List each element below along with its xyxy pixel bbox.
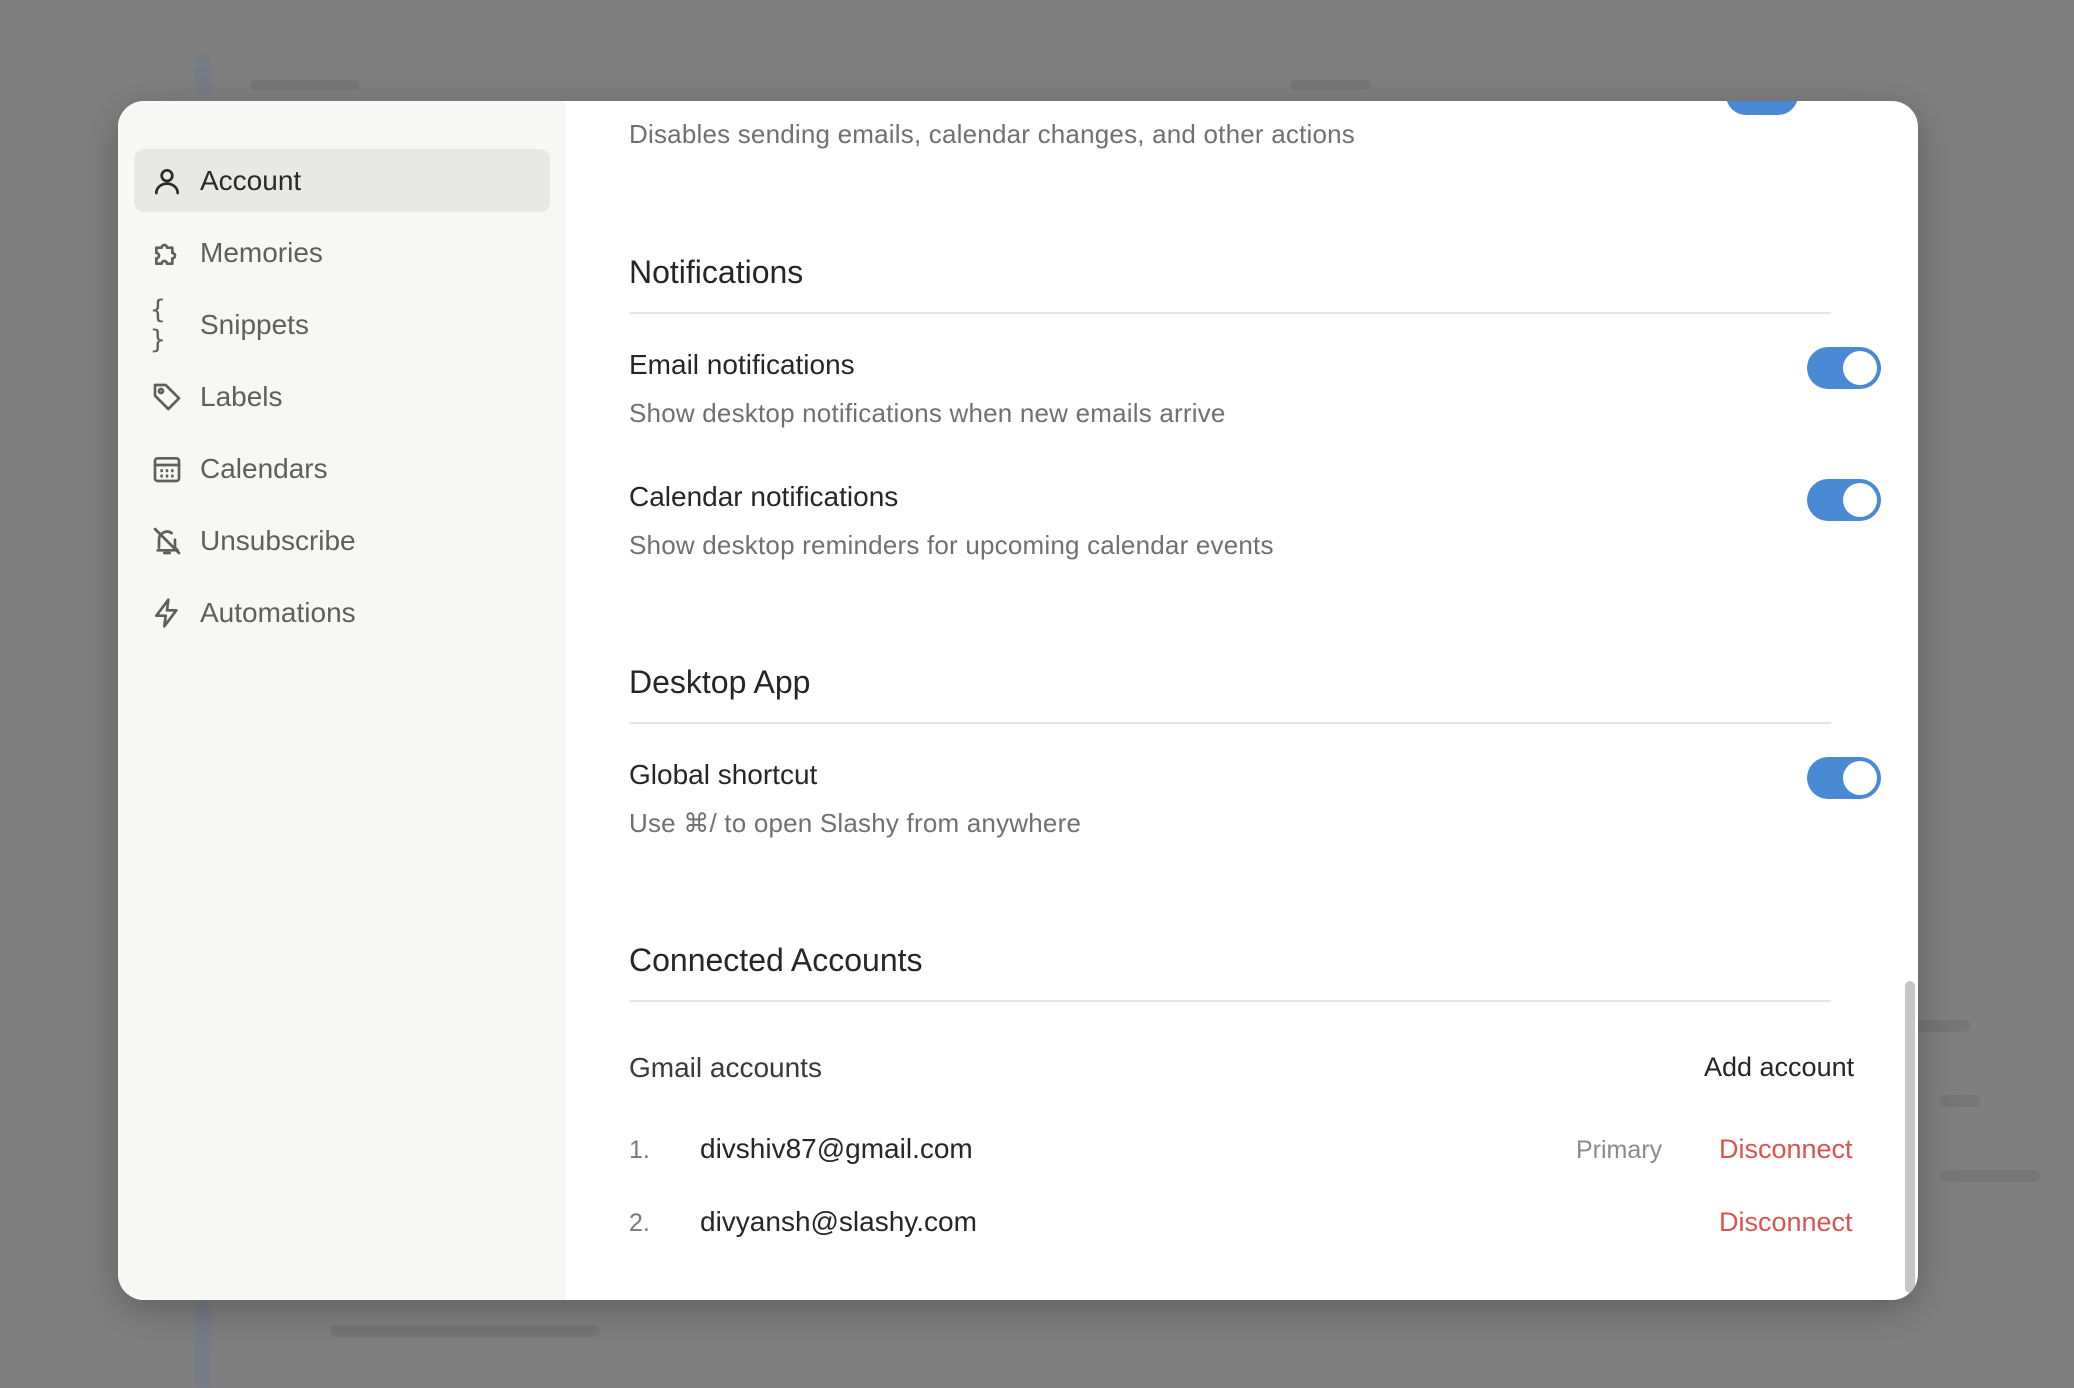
sidebar-item-label: Unsubscribe [200,524,356,556]
global-shortcut-label: Global shortcut [629,759,818,790]
section-title-connected-accounts: Connected Accounts [629,942,923,978]
toggle-switch[interactable] [1726,101,1798,115]
email-notifications-toggle[interactable] [1807,347,1881,389]
section-title-desktop-app: Desktop App [629,664,811,700]
backdrop-element [1940,1170,2040,1182]
sidebar-item-label: Automations [200,596,356,628]
sidebar-item-label: Labels [200,380,283,412]
sidebar-item-labels[interactable]: Labels [134,365,550,428]
email-notifications-description: Show desktop notifications when new emai… [629,398,1226,428]
primary-badge: Primary [1576,1136,1663,1164]
toggle-knob [1843,351,1877,385]
email-notifications-label: Email notifications [629,349,855,380]
backdrop-element [1940,1095,1980,1107]
settings-modal: Account Memories { } Snippets Labels Cal… [118,101,1918,1300]
gmail-accounts-label: Gmail accounts [629,1052,822,1083]
backdrop-element [1290,80,1370,90]
calendar-notifications-label: Calendar notifications [629,481,899,512]
sidebar-item-calendars[interactable]: Calendars [134,437,550,500]
settings-sidebar: Account Memories { } Snippets Labels Cal… [118,101,566,1300]
account-index: 1. [629,1136,650,1164]
sidebar-item-snippets[interactable]: { } Snippets [134,293,550,356]
sidebar-item-label: Calendars [200,452,328,484]
divider [629,1000,1831,1002]
settings-content: Disables sending emails, calendar change… [566,101,1918,1300]
account-email: divshiv87@gmail.com [700,1133,973,1164]
divider [629,312,1831,314]
disconnect-button[interactable]: Disconnect [1719,1207,1853,1238]
backdrop-element [195,55,211,95]
section-title-notifications: Notifications [629,254,804,290]
bolt-icon [150,596,184,630]
sidebar-item-automations[interactable]: Automations [134,581,550,644]
puzzle-icon [150,236,184,270]
calendar-notifications-description: Show desktop reminders for upcoming cale… [629,530,1274,560]
sidebar-item-label: Snippets [200,308,309,340]
disconnect-button[interactable]: Disconnect [1719,1134,1853,1165]
account-index: 2. [629,1209,650,1237]
add-account-button[interactable]: Add account [1704,1052,1854,1083]
calendar-notifications-toggle[interactable] [1807,479,1881,521]
sidebar-item-label: Memories [200,236,323,268]
scrollbar-thumb[interactable] [1905,981,1915,1293]
toggle-knob [1843,761,1877,795]
calendar-icon [150,452,184,486]
user-icon [150,164,184,198]
backdrop-element [195,1300,211,1388]
divider [629,722,1831,724]
sidebar-item-label: Account [200,164,302,196]
sidebar-item-memories[interactable]: Memories [134,221,550,284]
backdrop-element [250,80,360,90]
global-shortcut-description: Use ⌘/ to open Slashy from anywhere [629,808,1082,838]
sidebar-item-account[interactable]: Account [134,149,550,212]
toggle-knob [1843,483,1877,517]
sidebar-item-unsubscribe[interactable]: Unsubscribe [134,509,550,572]
backdrop-element [330,1325,600,1337]
bell-off-icon [150,524,184,558]
setting-description: Disables sending emails, calendar change… [629,119,1355,149]
account-email: divyansh@slashy.com [700,1206,977,1237]
braces-icon: { } [150,294,166,355]
tag-icon [150,380,184,414]
global-shortcut-toggle[interactable] [1807,757,1881,799]
